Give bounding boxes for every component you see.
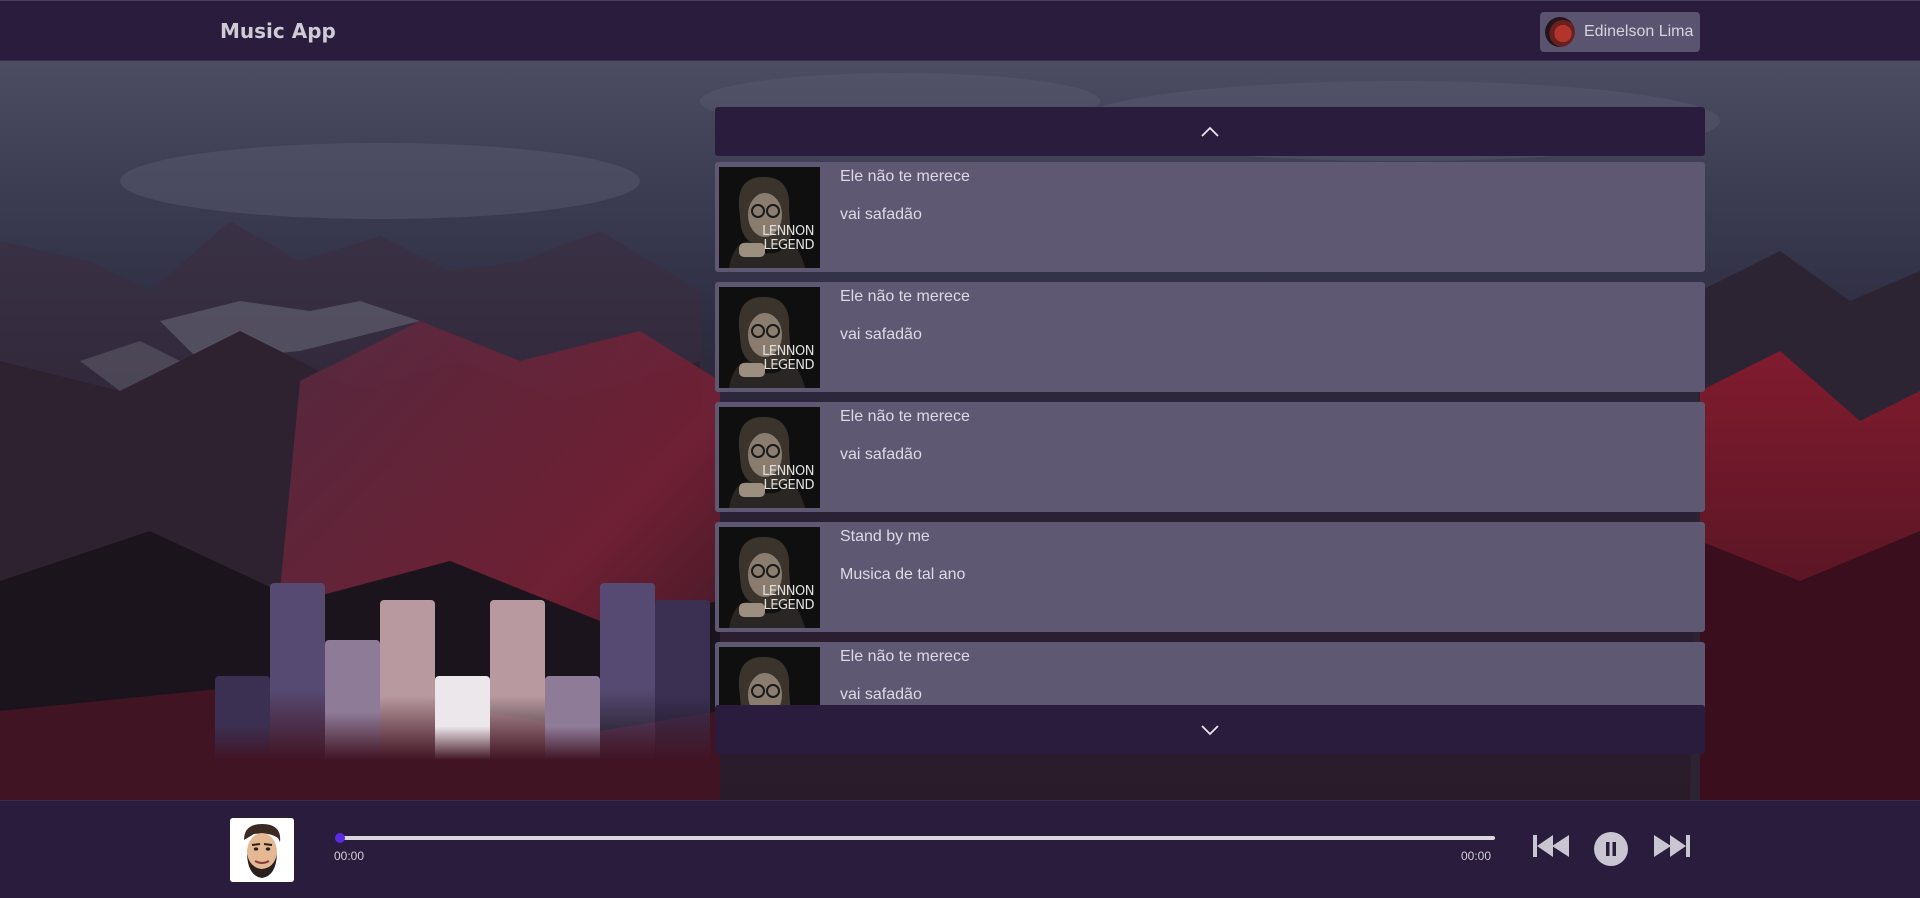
track-item[interactable]: LENNONLEGEND Ele não te merece vai safad…: [715, 162, 1705, 272]
track-title: Ele não te merece: [840, 168, 970, 185]
scroll-down-button[interactable]: [715, 705, 1705, 754]
pause-icon: [1594, 832, 1628, 866]
cover-text: LENNON: [762, 344, 814, 359]
album-cover: LENNONLEGEND: [719, 287, 820, 388]
visualizer-bar: [545, 676, 600, 760]
cover-text: LENNON: [762, 464, 814, 479]
cover-text: LEGEND: [764, 478, 815, 493]
visualizer-bar: [215, 676, 270, 760]
user-name: Edinelson Lima: [1584, 23, 1694, 40]
top-header: Music App Edinelson Lima: [0, 0, 1920, 61]
visualizer-bar: [655, 600, 710, 760]
cover-text: LENNON: [762, 224, 814, 239]
track-title: Ele não te merece: [840, 408, 970, 425]
next-button[interactable]: [1651, 833, 1691, 864]
visualizer-bar: [490, 600, 545, 760]
track-artist: Musica de tal ano: [840, 566, 966, 583]
visualizer-bar: [325, 640, 380, 760]
skip-forward-icon: [1654, 835, 1690, 857]
album-cover: LENNONLEGEND: [719, 407, 820, 508]
track-title: Ele não te merece: [840, 288, 970, 305]
progress-handle[interactable]: [335, 833, 345, 843]
track-item[interactable]: LENNON LEGEND Stand by me Musica de tal a…: [715, 522, 1705, 632]
visualizer-bar: [380, 600, 435, 760]
track-artist: vai safadão: [840, 326, 922, 343]
user-menu-button[interactable]: Edinelson Lima: [1540, 12, 1700, 52]
chevron-down-icon: [1201, 724, 1219, 735]
player-bar: 00:00 00:00: [0, 800, 1920, 898]
audio-visualizer: [215, 560, 710, 760]
playlist: LENNON LEGEND Ele não te merece vai safad…: [715, 107, 1705, 755]
scroll-up-button[interactable]: [715, 107, 1705, 156]
track-artist: vai safadão: [840, 206, 922, 223]
cover-text: LEGEND: [764, 598, 815, 613]
album-cover: LENNONLEGEND: [719, 527, 820, 628]
progress-bar[interactable]: [335, 833, 1495, 843]
album-cover: LENNONLEGEND: [719, 167, 820, 268]
cover-text: LENNON: [762, 584, 814, 599]
visualizer-bar: [435, 676, 490, 760]
track-title: Ele não te merece: [840, 648, 970, 665]
track-item[interactable]: LENNONLEGEND Ele não te merece vai safad…: [715, 402, 1705, 512]
track-item[interactable]: LENNONLEGEND Ele não te merece vai safad…: [715, 282, 1705, 392]
visualizer-bar: [270, 583, 325, 760]
app-title: Music App: [220, 19, 336, 43]
cover-text: LEGEND: [764, 238, 815, 253]
skip-back-icon: [1533, 835, 1569, 857]
now-playing-cover: [230, 818, 294, 882]
chevron-up-icon: [1201, 126, 1219, 137]
cover-text: LEGEND: [764, 358, 815, 373]
track-artist: vai safadão: [840, 446, 922, 463]
total-time: 00:00: [1461, 849, 1492, 863]
track-artist: vai safadão: [840, 686, 922, 703]
current-time: 00:00: [334, 849, 365, 863]
pause-button[interactable]: [1593, 831, 1629, 872]
previous-button[interactable]: [1532, 833, 1572, 864]
visualizer-bar: [600, 583, 655, 760]
track-title: Stand by me: [840, 528, 930, 545]
avatar: [1545, 17, 1575, 47]
